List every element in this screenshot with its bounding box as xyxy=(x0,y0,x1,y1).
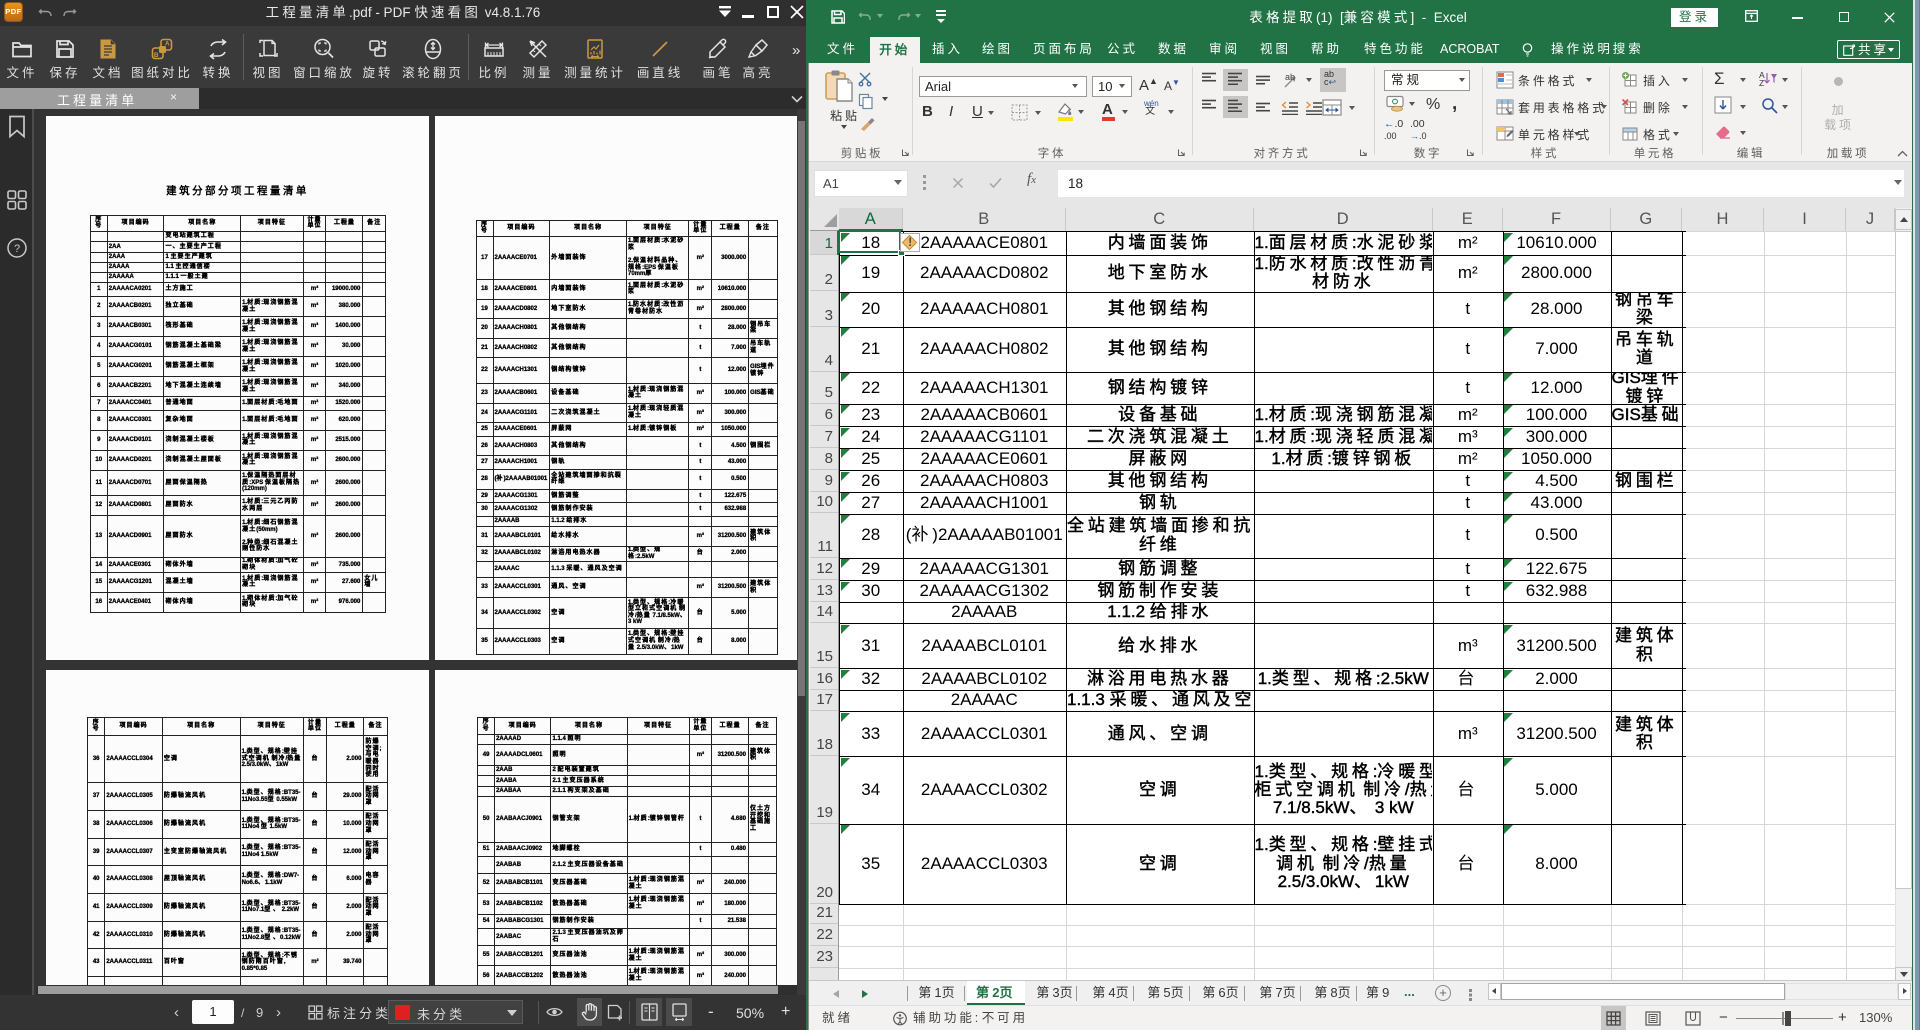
svg-text:A: A xyxy=(165,40,170,47)
svg-text:B: B xyxy=(154,52,159,59)
svg-text:ab: ab xyxy=(1285,72,1295,82)
svg-text:?: ? xyxy=(14,243,20,255)
svg-text:Z: Z xyxy=(1759,78,1764,87)
